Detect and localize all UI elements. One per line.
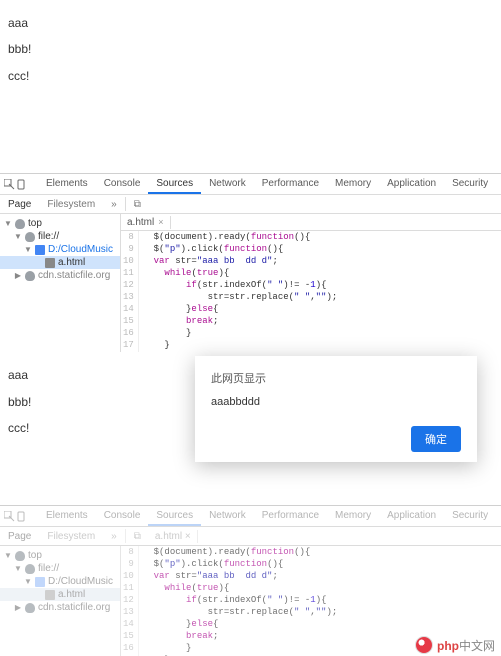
folder-icon: [35, 577, 45, 587]
editor-tab[interactable]: a.html×: [121, 216, 171, 229]
tree-top[interactable]: ▼top: [0, 217, 120, 230]
tree-origin[interactable]: ▼file://: [0, 230, 120, 243]
tab-console[interactable]: Console: [96, 175, 149, 194]
tree-origin[interactable]: ▼file://: [0, 562, 120, 575]
overflow-icon[interactable]: »: [103, 197, 125, 212]
tab-network[interactable]: Network: [201, 175, 254, 194]
folder-icon: [35, 245, 45, 255]
device-icon[interactable]: [17, 509, 28, 523]
file-tab-esc[interactable]: ⧉: [126, 197, 149, 212]
devtools-panel: Elements Console Sources Network Perform…: [0, 173, 501, 352]
tab-elements[interactable]: Elements: [38, 507, 96, 526]
cloud-icon: [25, 232, 35, 242]
file-tab-esc[interactable]: ⧉: [126, 529, 149, 544]
subtab-page[interactable]: Page: [0, 197, 39, 212]
tab-application[interactable]: Application: [379, 175, 444, 194]
cloud-icon: [25, 603, 35, 613]
tree-folder[interactable]: ▼D:/CloudMusic: [0, 243, 120, 256]
tree-origin-cdn[interactable]: ▶cdn.staticfile.org: [0, 601, 120, 614]
watermark: php中文网: [415, 636, 495, 654]
cloud-icon: [25, 271, 35, 281]
devtools-panel: Elements Console Sources Network Perform…: [0, 505, 501, 656]
tab-security[interactable]: Security: [444, 175, 496, 194]
frame-icon: [15, 219, 25, 229]
subtab-filesystem[interactable]: Filesystem: [39, 197, 103, 212]
cloud-icon: [25, 564, 35, 574]
file-icon: [45, 590, 55, 600]
tab-audits[interactable]: Audits: [496, 507, 501, 526]
tab-application[interactable]: Application: [379, 507, 444, 526]
output-line[interactable]: ccc!: [8, 63, 493, 89]
tree-folder[interactable]: ▼D:/CloudMusic: [0, 575, 120, 588]
alert-title: 此网页显示: [211, 370, 461, 386]
source-code[interactable]: $(document).ready(function(){ $("p").cli…: [139, 546, 341, 656]
close-icon[interactable]: ×: [158, 217, 163, 227]
inspect-icon[interactable]: [4, 177, 15, 191]
alert-message: aaabbddd: [211, 396, 461, 408]
frame-icon: [15, 551, 25, 561]
tab-memory[interactable]: Memory: [327, 507, 379, 526]
device-icon[interactable]: [17, 177, 28, 191]
alert-dialog: 此网页显示 aaabbddd 确定: [195, 356, 477, 462]
tree-origin-cdn[interactable]: ▶cdn.staticfile.org: [0, 269, 120, 282]
file-tree: ▼top ▼file:// ▼D:/CloudMusic a.html ▶cdn…: [0, 546, 121, 656]
inspect-icon[interactable]: [4, 509, 15, 523]
alert-ok-button[interactable]: 确定: [411, 426, 461, 452]
close-icon[interactable]: ×: [185, 531, 191, 542]
tab-elements[interactable]: Elements: [38, 175, 96, 194]
tab-security[interactable]: Security: [444, 507, 496, 526]
line-gutter: 89101112131415161718192021222324: [121, 231, 139, 352]
tab-performance[interactable]: Performance: [254, 507, 327, 526]
editor-tab[interactable]: a.html ×: [149, 530, 198, 543]
tab-network[interactable]: Network: [201, 507, 254, 526]
tab-console[interactable]: Console: [96, 507, 149, 526]
subtab-page[interactable]: Page: [0, 529, 39, 544]
overflow-icon[interactable]: »: [103, 529, 125, 544]
tab-sources[interactable]: Sources: [148, 175, 201, 194]
output-line[interactable]: aaa: [8, 10, 493, 36]
source-code[interactable]: $(document).ready(function(){ $("p").cli…: [139, 231, 341, 352]
line-gutter: 8910111213141516171819: [121, 546, 139, 656]
tree-file-selected[interactable]: a.html: [0, 588, 120, 601]
php-logo-icon: [415, 636, 433, 654]
tab-sources[interactable]: Sources: [148, 507, 201, 526]
file-tree: ▼top ▼file:// ▼D:/CloudMusic a.html ▶cdn…: [0, 214, 121, 352]
devtools-toolbar: Elements Console Sources Network Perform…: [0, 174, 501, 195]
subtab-filesystem[interactable]: Filesystem: [39, 529, 103, 544]
output-line[interactable]: bbb!: [8, 36, 493, 62]
file-icon: [45, 258, 55, 268]
tree-top[interactable]: ▼top: [0, 549, 120, 562]
tab-audits[interactable]: Audits: [496, 175, 501, 194]
tab-memory[interactable]: Memory: [327, 175, 379, 194]
tree-file-selected[interactable]: a.html: [0, 256, 120, 269]
tab-performance[interactable]: Performance: [254, 175, 327, 194]
